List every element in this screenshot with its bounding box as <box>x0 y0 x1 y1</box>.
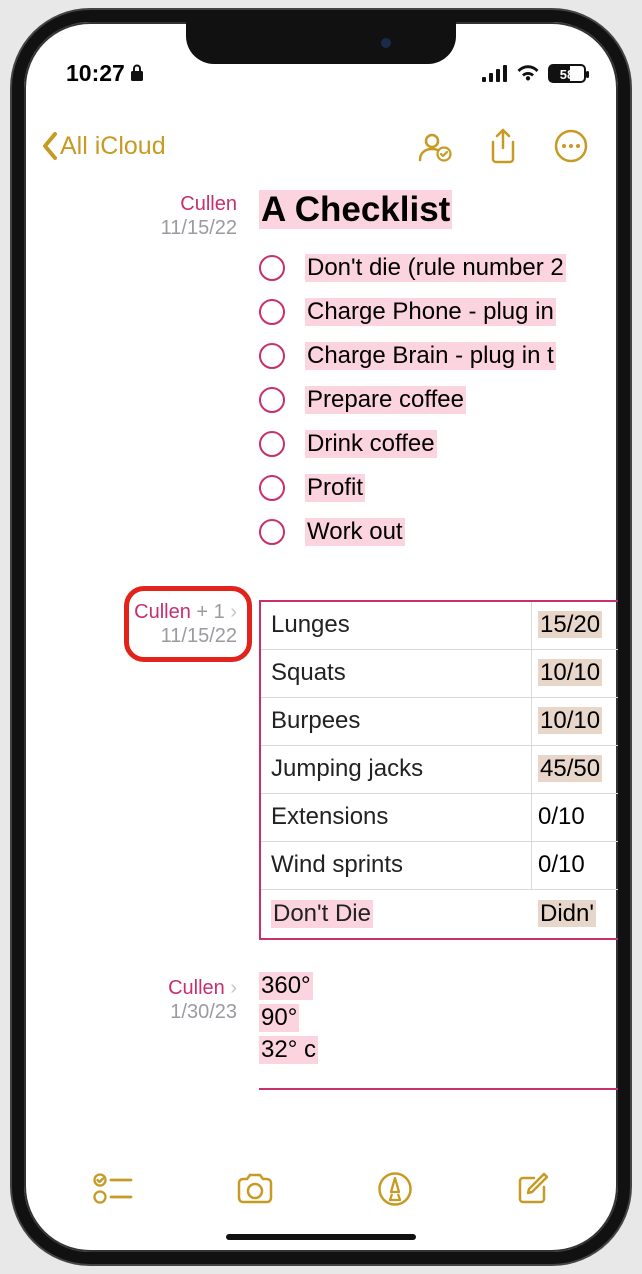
checklist: Don't die (rule number 2 Charge Phone - … <box>259 246 618 554</box>
toolbar <box>24 1144 618 1234</box>
checklist-item[interactable]: Charge Brain - plug in t <box>259 334 618 378</box>
checkbox-icon[interactable] <box>259 475 285 501</box>
author-name[interactable]: Cullen <box>134 601 191 623</box>
checklist-item[interactable]: Drink coffee <box>259 422 618 466</box>
compose-tool-icon[interactable] <box>514 1171 550 1207</box>
author-name[interactable]: Cullen <box>180 193 237 215</box>
table-row: Burpees10/10 <box>261 698 618 746</box>
checkbox-icon[interactable] <box>259 431 285 457</box>
attribution-block-3: Cullen › 1/30/23 360° 90° 32° c <box>24 966 618 1124</box>
checklist-item[interactable]: Work out <box>259 510 618 554</box>
note-text: 90° <box>259 1004 299 1032</box>
status-time: 10:27 <box>66 60 125 87</box>
nav-bar: All iCloud <box>24 118 618 174</box>
checkbox-icon[interactable] <box>259 255 285 281</box>
note-text: 360° <box>259 972 313 1000</box>
battery-icon: 58 <box>548 64 586 83</box>
back-label: All iCloud <box>60 132 166 161</box>
checkbox-icon[interactable] <box>259 299 285 325</box>
note-content[interactable]: Cullen 11/15/22 A Checklist Don't die (r… <box>24 182 618 1142</box>
exercise-table[interactable]: Lunges15/20 Squats10/10 Burpees10/10 Jum… <box>259 600 618 940</box>
table-row: Extensions0/10 <box>261 794 618 842</box>
back-button[interactable]: All iCloud <box>38 130 166 162</box>
degrees-block[interactable]: 360° 90° 32° c <box>259 972 618 1098</box>
checklist-item[interactable]: Don't die (rule number 2 <box>259 246 618 290</box>
author-date: 1/30/23 <box>24 1000 237 1024</box>
table-row: Lunges15/20 <box>261 602 618 650</box>
lock-icon <box>130 64 144 82</box>
share-icon[interactable] <box>488 128 518 164</box>
checklist-item[interactable]: Charge Phone - plug in <box>259 290 618 334</box>
table-row: Squats10/10 <box>261 650 618 698</box>
table-edge <box>259 1088 618 1098</box>
wifi-icon <box>516 65 540 82</box>
checkbox-icon[interactable] <box>259 519 285 545</box>
markup-tool-icon[interactable] <box>377 1171 413 1207</box>
checkbox-icon[interactable] <box>259 343 285 369</box>
chevron-right-icon[interactable]: › <box>230 977 237 999</box>
cellular-icon <box>482 65 508 82</box>
author-date: 11/15/22 <box>24 624 237 648</box>
table-row: Don't DieDidn' <box>261 890 618 938</box>
note-title: A Checklist <box>259 190 452 229</box>
table-row: Jumping jacks45/50 <box>261 746 618 794</box>
chevron-left-icon <box>38 130 62 162</box>
table-row: Wind sprints0/10 <box>261 842 618 890</box>
notch <box>186 22 456 64</box>
attribution-block-1: Cullen 11/15/22 A Checklist Don't die (r… <box>24 182 618 580</box>
more-icon[interactable] <box>554 129 588 163</box>
checklist-item[interactable]: Profit <box>259 466 618 510</box>
checklist-tool-icon[interactable] <box>93 1172 133 1206</box>
author-name[interactable]: Cullen <box>168 977 225 999</box>
checkbox-icon[interactable] <box>259 387 285 413</box>
attribution-block-2: Cullen + 1 › 11/15/22 Lunges15/20 Squats… <box>24 580 618 966</box>
note-text: 32° c <box>259 1036 318 1064</box>
collaborate-icon[interactable] <box>416 130 452 162</box>
checklist-item[interactable]: Prepare coffee <box>259 378 618 422</box>
author-plus[interactable]: + 1 <box>191 601 230 623</box>
phone-frame: 10:27 58 All iCloud Cullen 11/1 <box>12 10 630 1264</box>
home-indicator[interactable] <box>226 1234 416 1240</box>
camera-tool-icon[interactable] <box>234 1172 276 1206</box>
author-date: 11/15/22 <box>24 216 237 240</box>
chevron-right-icon[interactable]: › <box>230 601 237 623</box>
